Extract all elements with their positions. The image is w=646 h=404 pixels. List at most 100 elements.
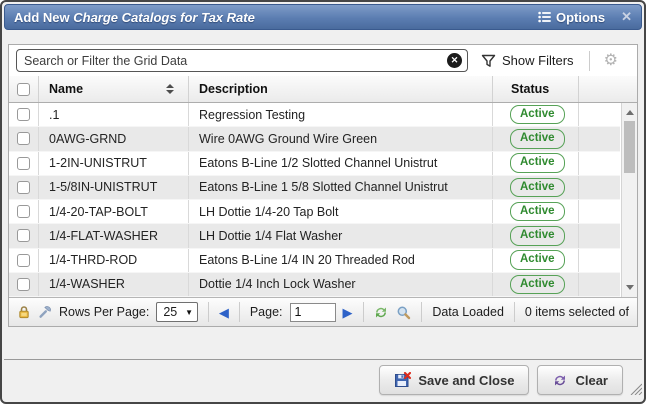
- lock-icon[interactable]: [17, 305, 31, 319]
- grid-header-row: Name Description Status: [9, 76, 637, 103]
- row-name: 1-2IN-UNISTRUT: [39, 152, 189, 175]
- row-checkbox[interactable]: [17, 254, 30, 267]
- next-page-icon[interactable]: ▶: [343, 306, 353, 319]
- status-badge: Active: [510, 129, 565, 148]
- refresh-icon[interactable]: [373, 305, 389, 320]
- row-description: Eatons B-Line 1/2 Slotted Channel Unistr…: [189, 152, 493, 175]
- pagination-toolbar: Rows Per Page: 25 ▼ ◀ Page: ▶: [9, 297, 637, 326]
- add-charge-catalogs-dialog: Add New Charge Catalogs for Tax Rate Opt…: [0, 0, 646, 404]
- row-name: .1: [39, 103, 189, 126]
- search-box: ✕: [16, 49, 468, 72]
- row-name: 1/4-WASHER: [39, 273, 189, 296]
- page-input[interactable]: [290, 303, 336, 322]
- row-checkbox[interactable]: [17, 181, 30, 194]
- column-header-name[interactable]: Name: [39, 76, 189, 102]
- save-icon: [394, 372, 411, 388]
- row-name: 1/4-FLAT-WASHER: [39, 224, 189, 247]
- dialog-title-entity: Charge Catalogs for Tax Rate: [73, 10, 255, 25]
- options-button[interactable]: Options: [538, 10, 605, 25]
- page-label: Page:: [250, 305, 283, 319]
- clear-button[interactable]: Clear: [537, 365, 623, 395]
- search-toolbar: ✕ Show Filters ⚙: [9, 45, 637, 76]
- dialog-titlebar: Add New Charge Catalogs for Tax Rate Opt…: [4, 4, 642, 30]
- chevron-down-icon: ▼: [185, 308, 193, 317]
- gear-icon[interactable]: ⚙: [604, 53, 618, 69]
- data-loaded-status: Data Loaded: [432, 305, 504, 319]
- row-name: 1-5/8IN-UNISTRUT: [39, 176, 189, 199]
- table-row[interactable]: 1/4-FLAT-WASHER LH Dottie 1/4 Flat Washe…: [9, 223, 620, 248]
- row-description: Wire 0AWG Ground Wire Green: [189, 127, 493, 150]
- row-checkbox[interactable]: [17, 157, 30, 170]
- table-row[interactable]: 1/4-THRD-ROD Eatons B-Line 1/4 IN 20 Thr…: [9, 249, 620, 272]
- scrollbar-thumb[interactable]: [624, 121, 635, 173]
- row-name: 0AWG-GRND: [39, 127, 189, 150]
- resize-grip[interactable]: [629, 382, 642, 400]
- grid-panel: ✕ Show Filters ⚙ Name Description: [8, 44, 638, 327]
- clear-refresh-icon: [552, 373, 568, 388]
- scroll-down-icon[interactable]: [626, 285, 634, 290]
- selection-count: 0 items selected of: [525, 305, 629, 319]
- dialog-title: Add New Charge Catalogs for Tax Rate: [14, 10, 255, 25]
- sort-icon[interactable]: [166, 84, 174, 94]
- select-all-cell: [9, 76, 39, 102]
- previous-page-icon[interactable]: ◀: [219, 306, 229, 319]
- column-header-status[interactable]: Status: [493, 76, 579, 102]
- toolbar-divider: [589, 51, 590, 71]
- row-description: Eatons B-Line 1 5/8 Slotted Channel Unis…: [189, 176, 493, 199]
- filter-funnel-icon[interactable]: [481, 54, 496, 68]
- status-badge: Active: [510, 178, 565, 197]
- row-checkbox[interactable]: [17, 108, 30, 121]
- table-row[interactable]: .1 Regression Testing Active: [9, 103, 620, 126]
- vertical-scrollbar[interactable]: [621, 103, 637, 297]
- wrench-icon[interactable]: [38, 305, 52, 319]
- save-and-close-button[interactable]: Save and Close: [379, 365, 529, 395]
- save-and-close-label: Save and Close: [418, 373, 514, 388]
- close-icon[interactable]: ✕: [621, 9, 632, 25]
- scroll-up-icon[interactable]: [626, 110, 634, 115]
- options-label: Options: [556, 10, 605, 25]
- column-header-description[interactable]: Description: [189, 76, 493, 102]
- select-all-checkbox[interactable]: [17, 83, 30, 96]
- status-badge: Active: [510, 105, 565, 124]
- rows-per-page-label: Rows Per Page:: [59, 305, 149, 319]
- row-description: Eatons B-Line 1/4 IN 20 Threaded Rod: [189, 249, 493, 272]
- rows-per-page-select[interactable]: 25 ▼: [156, 302, 198, 322]
- row-name: 1/4-20-TAP-BOLT: [39, 200, 189, 223]
- row-name: 1/4-THRD-ROD: [39, 249, 189, 272]
- row-description: LH Dottie 1/4 Flat Washer: [189, 224, 493, 247]
- titlebar-controls: Options ✕: [538, 9, 632, 25]
- row-checkbox[interactable]: [17, 205, 30, 218]
- status-badge: Active: [510, 275, 565, 294]
- pagination-divider: [208, 302, 209, 322]
- status-badge: Active: [510, 250, 565, 269]
- row-checkbox[interactable]: [17, 278, 30, 291]
- status-badge: Active: [510, 226, 565, 245]
- search-icon[interactable]: [396, 305, 411, 320]
- table-row[interactable]: 1-2IN-UNISTRUT Eatons B-Line 1/2 Slotted…: [9, 152, 620, 175]
- show-filters-button[interactable]: Show Filters: [502, 53, 574, 68]
- search-input[interactable]: [24, 54, 447, 68]
- pagination-divider: [239, 302, 240, 322]
- table-row[interactable]: 1-5/8IN-UNISTRUT Eatons B-Line 1 5/8 Slo…: [9, 175, 620, 200]
- column-header-name-label: Name: [49, 82, 83, 96]
- row-checkbox[interactable]: [17, 229, 30, 242]
- pagination-divider: [514, 302, 515, 322]
- column-header-description-label: Description: [199, 82, 268, 96]
- status-badge: Active: [510, 202, 565, 221]
- pagination-divider: [363, 302, 364, 322]
- clear-label: Clear: [575, 373, 608, 388]
- row-description: Dottie 1/4 Inch Lock Washer: [189, 273, 493, 296]
- grid-body: .1 Regression Testing Active 0AWG-GRND W…: [9, 103, 637, 297]
- clear-search-icon[interactable]: ✕: [447, 53, 462, 68]
- row-checkbox[interactable]: [17, 132, 30, 145]
- dialog-title-prefix: Add New: [14, 10, 70, 25]
- table-row[interactable]: 0AWG-GRND Wire 0AWG Ground Wire Green Ac…: [9, 126, 620, 151]
- table-row[interactable]: 1/4-WASHER Dottie 1/4 Inch Lock Washer A…: [9, 272, 620, 297]
- table-row[interactable]: 1/4-20-TAP-BOLT LH Dottie 1/4-20 Tap Bol…: [9, 200, 620, 223]
- rows-per-page-value: 25: [163, 305, 177, 319]
- dialog-footer: Save and Close Clear: [4, 359, 642, 400]
- column-header-spacer: [579, 76, 637, 102]
- row-description: LH Dottie 1/4-20 Tap Bolt: [189, 200, 493, 223]
- column-header-status-label: Status: [511, 82, 549, 96]
- status-badge: Active: [510, 153, 565, 172]
